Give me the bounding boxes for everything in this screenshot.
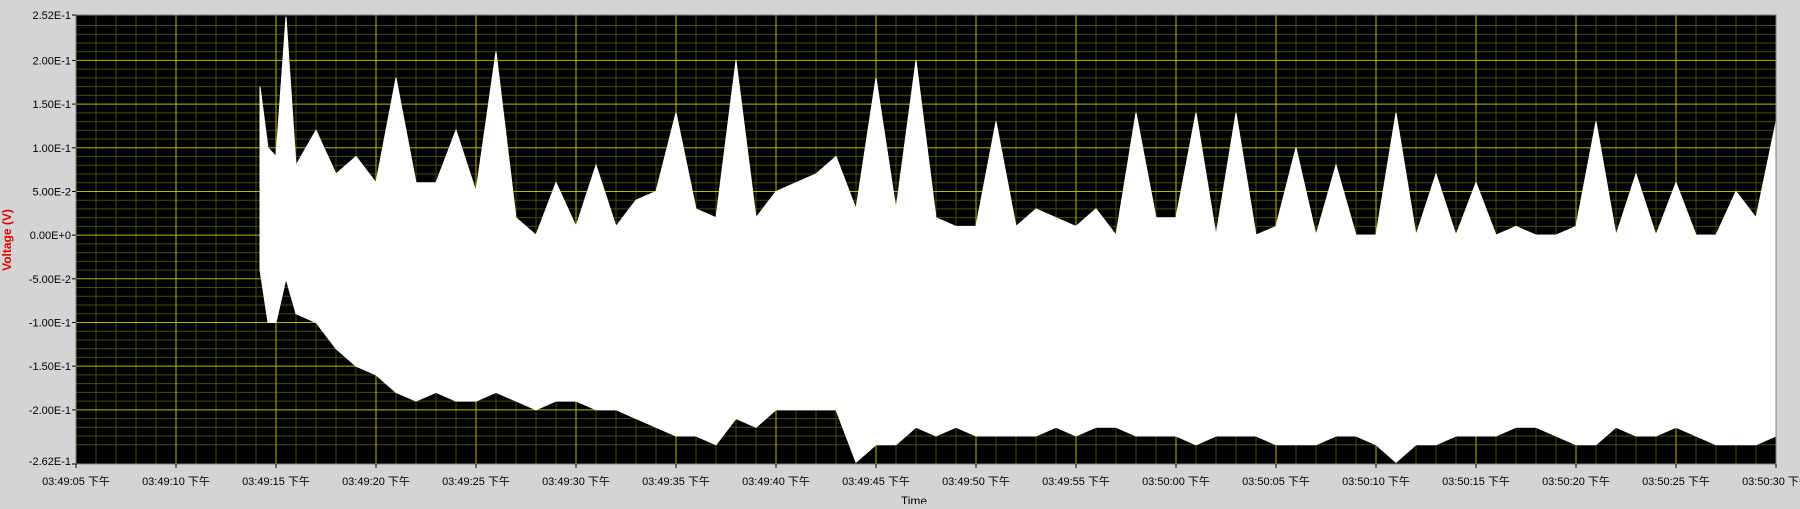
- x-tick-label: 03:49:25 下午: [442, 475, 510, 488]
- y-tick-label: 2.00E-1: [32, 55, 71, 67]
- x-tick-label: 03:49:50 下午: [942, 475, 1010, 488]
- y-axis: 2.52E-1 2.00E-1 1.50E-1 1.00E-1 5.00E-2 0.00E…: [29, 10, 76, 468]
- x-tick-label: 03:49:05 下午: [42, 475, 110, 488]
- x-tick-label: 03:49:45 下午: [842, 475, 910, 488]
- x-axis: 03:49:05 下午 03:49:10 下午 03:49:15 下午 03:49:2…: [42, 464, 1800, 488]
- x-tick-label: 03:49:55 下午: [1042, 475, 1110, 488]
- chart-panel: 2.52E-1 2.00E-1 1.50E-1 1.00E-1 5.00E-2 0.00E…: [0, 0, 1800, 508]
- x-tick-label: 03:50:20 下午: [1542, 475, 1610, 488]
- x-tick-label: 03:49:35 下午: [642, 475, 710, 488]
- y-tick-label: -1.50E-1: [29, 361, 71, 373]
- x-tick-label: 03:50:10 下午: [1342, 475, 1410, 488]
- y-tick-label: -2.62E-1: [29, 456, 71, 468]
- y-tick-label: -5.00E-2: [29, 274, 71, 286]
- y-tick-label: -2.00E-1: [29, 405, 71, 417]
- y-tick-label: 5.00E-2: [32, 186, 71, 198]
- x-tick-label: 03:49:15 下午: [242, 475, 310, 488]
- y-tick-label: -1.00E-1: [29, 317, 71, 329]
- y-tick-label: 1.50E-1: [32, 99, 71, 111]
- y-tick-label: 0.00E+0: [30, 230, 71, 242]
- y-tick-label: 1.00E-1: [32, 143, 71, 155]
- waveform-chart: 2.52E-1 2.00E-1 1.50E-1 1.00E-1 5.00E-2 0.00E…: [0, 10, 1800, 508]
- x-tick-label: 03:50:15 下午: [1442, 475, 1510, 488]
- x-tick-label: 03:49:10 下午: [142, 475, 210, 488]
- x-tick-label: 03:49:20 下午: [342, 475, 410, 488]
- x-tick-label: 03:49:30 下午: [542, 475, 610, 488]
- x-tick-label: 03:50:00 下午: [1142, 475, 1210, 488]
- y-axis-label: Voltage (V): [0, 209, 14, 271]
- y-tick-label: 2.52E-1: [32, 10, 71, 22]
- x-tick-label: 03:50:05 下午: [1242, 475, 1310, 488]
- x-tick-label: 03:49:40 下午: [742, 475, 810, 488]
- x-tick-label: 03:50:25 下午: [1642, 475, 1710, 488]
- x-tick-label: 03:50:30 下午: [1742, 475, 1800, 488]
- x-axis-label: Time: [901, 494, 928, 504]
